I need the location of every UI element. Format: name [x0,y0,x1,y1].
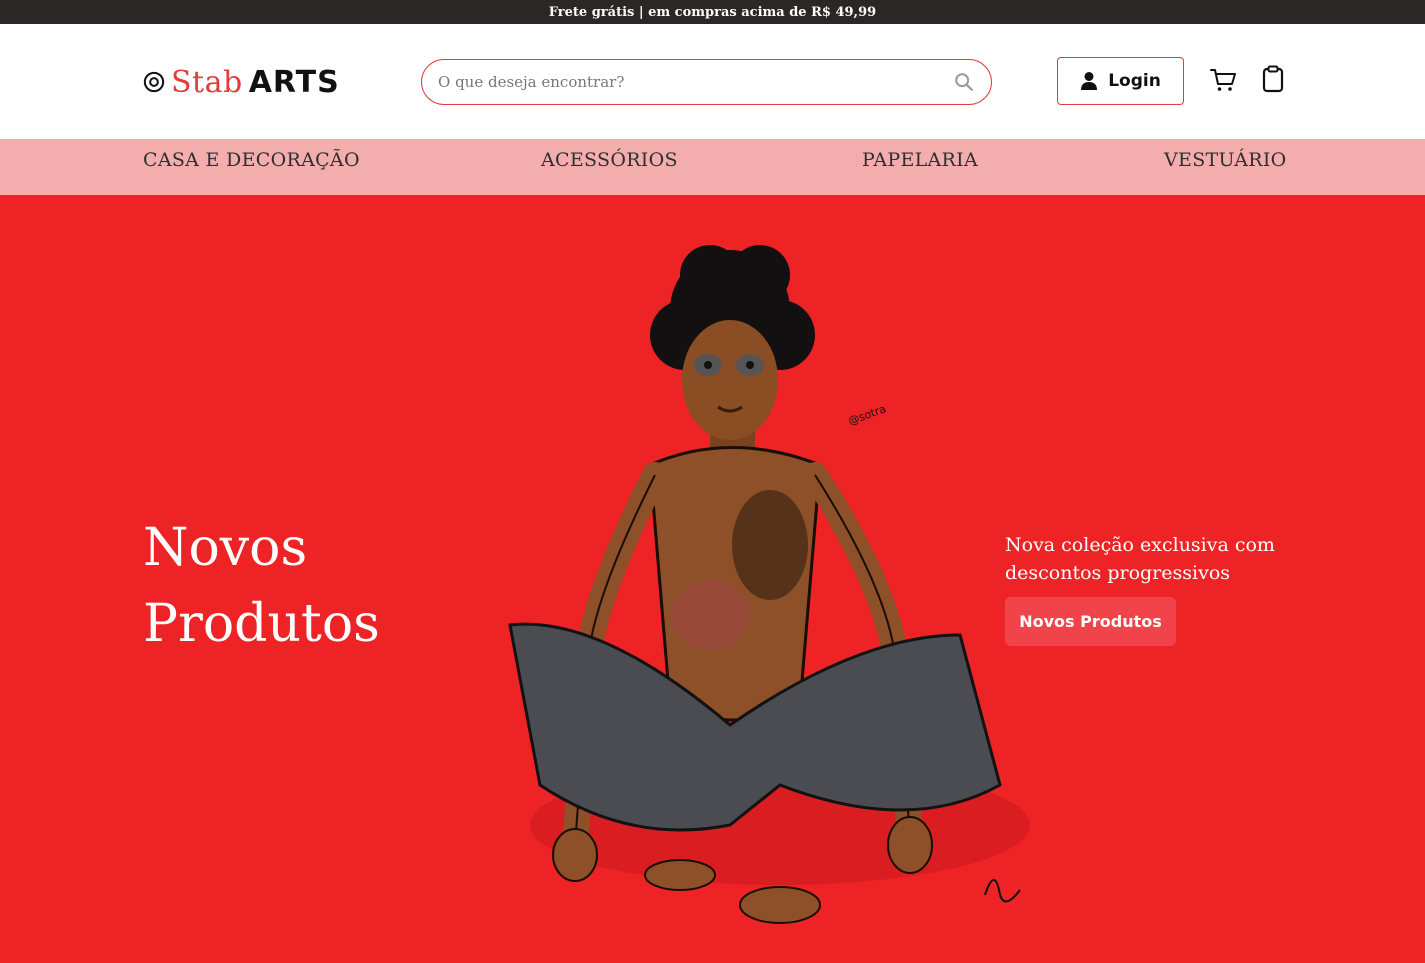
nav-item-casa-e-decoracao[interactable]: CASA E DECORAÇÃO [143,149,360,171]
hero-title-line2: Produtos [143,594,380,654]
nav-item-papelaria[interactable]: PAPELARIA [862,149,978,171]
cart-icon[interactable] [1209,66,1237,94]
target-icon [143,71,165,93]
hero-illustration: @sotra [508,245,1030,924]
search-bar [421,59,992,105]
promo-text: Frete grátis | em compras acima de R$ 49… [548,4,877,20]
hero-banner: Novos Produtos @sotra Nova coleção exclu… [0,195,1425,963]
hero-description: Nova coleção exclusiva com descontos pro… [1005,534,1275,584]
hero-title-line1: Novos [143,518,308,578]
site-logo[interactable]: Stab ARTS [143,64,340,100]
user-icon [1081,72,1098,90]
category-nav: CASA E DECORAÇÃO ACESSÓRIOS PAPELARIA VE… [0,139,1425,195]
search-input[interactable] [438,73,953,91]
new-products-button[interactable]: Novos Produtos [1005,597,1176,646]
search-icon[interactable] [953,71,975,93]
artist-signature: @sotra [847,402,888,428]
nav-item-vestuario[interactable]: VESTUÁRIO [1164,149,1287,171]
clipboard-icon[interactable] [1260,65,1286,93]
logo-word-arts: ARTS [248,64,340,100]
site-header: Stab ARTS Login [0,24,1425,139]
promo-bar: Frete grátis | em compras acima de R$ 49… [0,0,1425,24]
hero-title: Novos Produtos [143,510,380,662]
nav-item-acessorios[interactable]: ACESSÓRIOS [541,149,678,171]
login-button[interactable]: Login [1057,57,1184,105]
login-label: Login [1108,71,1161,91]
logo-word-stab: Stab [171,64,243,100]
